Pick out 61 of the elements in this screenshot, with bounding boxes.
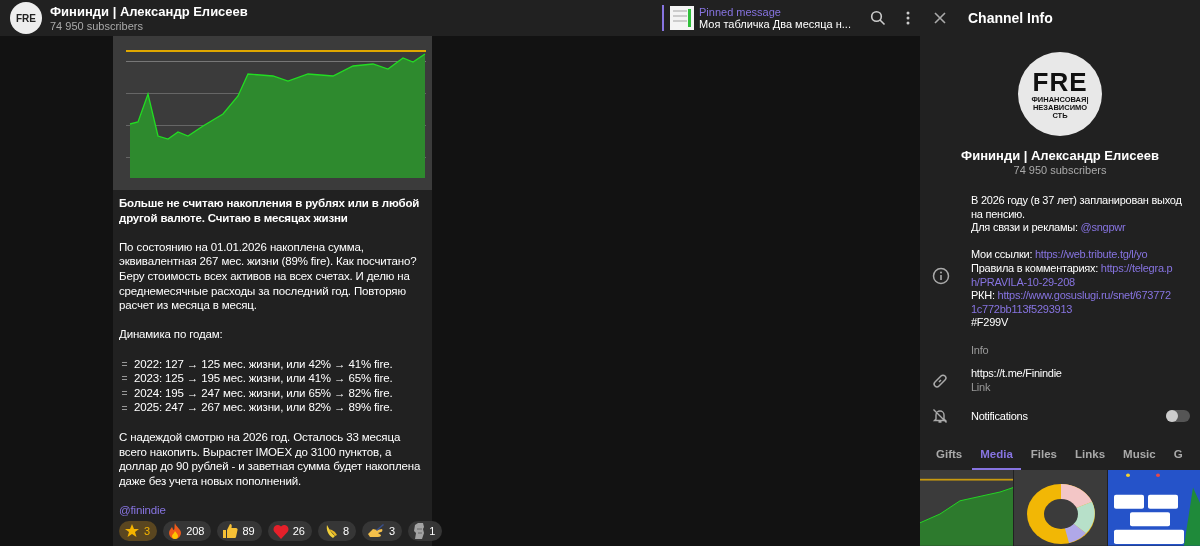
reaction-button[interactable]: 8 <box>318 521 357 542</box>
close-icon <box>934 12 946 24</box>
reaction-button[interactable]: 1 <box>408 521 443 542</box>
info-link[interactable]: https://web.tribute.tg/l/yo <box>1035 248 1148 261</box>
subscriber-count: 74 950 subscribers <box>50 20 144 32</box>
message-paragraph: С надеждой смотрю на 2026 год. Осталось 33 месяца всего накопить. Вырастет IMOEX до 3100 пунктов, а доллар до 90 рублей - и заветная сумма будет накоплена даже без учета новых пополнений. <box>119 429 422 489</box>
media-tab[interactable]: Files <box>1022 444 1065 471</box>
info-link[interactable]: h/PRAVILA-10-29-208 <box>971 275 1075 288</box>
close-button[interactable] <box>934 12 946 24</box>
media-tab[interactable]: Gifts <box>928 444 971 471</box>
list-bullet-icon <box>121 403 128 412</box>
reaction-button[interactable]: 26 <box>267 521 312 542</box>
info-line: РКН: https://www.gosuslugi.ru/snet/673772 <box>971 289 1172 303</box>
info-line: #F299V <box>971 316 1010 330</box>
thumbs-up-icon <box>222 523 239 540</box>
info-line: Для связи и рекламы: @sngpwr <box>971 221 1127 235</box>
heart-icon <box>272 523 289 539</box>
info-link[interactable]: 1c772bb113f5293913 <box>971 302 1073 315</box>
subscriber-count: 74 950 subscribers <box>1012 164 1108 176</box>
pinned-message[interactable]: Pinned message Моя табличка Два месяца н... <box>662 5 850 31</box>
info-icon <box>932 266 950 285</box>
media-tab[interactable]: G <box>1165 444 1191 471</box>
media-tab[interactable]: Links <box>1067 444 1114 471</box>
channel-avatar[interactable]: FRE <box>10 2 42 34</box>
writing-hand-icon <box>367 524 386 539</box>
list-bullet-icon <box>121 359 128 368</box>
list-bullet-icon <box>121 389 128 397</box>
channel-link[interactable]: https://t.me/Finindie <box>971 367 1190 381</box>
media-tab[interactable]: Music <box>1115 444 1164 471</box>
more-icon[interactable] <box>906 11 910 25</box>
info-link[interactable]: @sngpwr <box>1080 221 1126 234</box>
list-item: 2025: 247 → 267 мес. жизни, или 82% → 89% fire. <box>134 400 393 415</box>
notifications-toggle[interactable] <box>1166 410 1190 423</box>
list-item: 2022: 127 → 125 мес. жизни, или 42% → 41% fire. <box>134 356 393 372</box>
search-icon[interactable] <box>870 10 886 26</box>
list-item: 2024: 195 → 247 мес. жизни, или 65% → 82% fire. <box>134 385 393 401</box>
info-link[interactable]: https://telegra.p <box>1100 261 1173 274</box>
message-heading: Больше не считаю накопления в рублях или в любой другой валюте. Считаю в месяцах жизни <box>119 196 421 226</box>
info-line: Мои ссылки: https://web.tribute.tg/l/yo <box>971 248 1149 262</box>
info-line: В 2026 году (в 37 лет) запланирован выход на пенсию. <box>971 194 1183 222</box>
info-caption: Info <box>971 343 990 358</box>
link-icon <box>932 372 948 389</box>
channel-name: Фининди | Александр Елисеев <box>960 148 1160 163</box>
panel-title: Channel Info <box>968 10 1053 26</box>
list-bullet-icon <box>121 374 128 383</box>
reaction-button[interactable]: 3 <box>119 521 158 542</box>
message-paragraph: По состоянию на 01.01.2026 накоплена сумма, эквивалентная 267 мес. жизни (89% fire). Как посчитано? Беру стоимость всех активов на всех счетах. И делю на среднемесячные расходы за последний год. Повторяю расчет из месяца в месяц. <box>119 239 418 313</box>
notifications-label: Notifications <box>971 409 1029 424</box>
info-line: Правила в комментариях: https://telegra.p <box>971 261 1174 276</box>
moai-icon <box>413 523 426 540</box>
reaction-button[interactable]: 3 <box>362 521 403 542</box>
channel-title: Фининди | Александр Елисеев <box>50 4 249 19</box>
info-link[interactable]: https://www.gosuslugi.ru/snet/673772 <box>997 289 1171 302</box>
list-item: 2023: 125 → 195 мес. жизни, или 41% → 65% fire. <box>134 371 393 386</box>
message-paragraph: Динамика по годам: <box>119 327 224 342</box>
link-caption: Link <box>971 380 992 395</box>
reaction-button[interactable]: 89 <box>217 521 262 542</box>
signature-link[interactable]: @finindie <box>119 503 166 516</box>
reaction-button[interactable]: 208 <box>163 521 212 542</box>
fire-icon <box>168 523 183 540</box>
bell-off-icon <box>932 408 948 425</box>
